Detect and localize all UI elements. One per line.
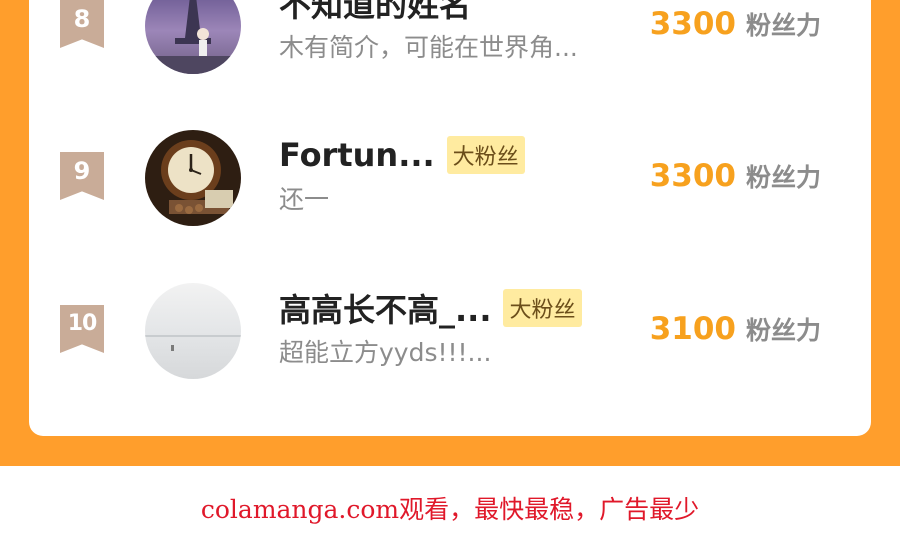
- leaderboard-row[interactable]: 8 不知道的姓名 木有简介，可能在世界角... 3300 粉丝力: [29, 0, 871, 80]
- score-unit: 粉丝力: [745, 11, 821, 40]
- site-watermark: colamanga.com观看，最快最稳，广告最少: [200, 495, 700, 524]
- rank-ribbon: 10: [60, 305, 104, 353]
- avatar[interactable]: [145, 283, 241, 379]
- rank-ribbon: 8: [60, 0, 104, 48]
- big-fan-badge: 大粉丝: [503, 289, 582, 327]
- avatar-clock-image: [145, 130, 241, 226]
- fan-power-score: 3100 粉丝力: [650, 311, 821, 347]
- user-intro: 超能立方yyds!!!...: [279, 338, 492, 367]
- user-name[interactable]: 不知道的姓名: [279, 0, 471, 26]
- user-intro: 木有简介，可能在世界角...: [279, 33, 578, 62]
- fan-power-score: 3300 粉丝力: [650, 158, 821, 194]
- avatar[interactable]: [145, 130, 241, 226]
- score-unit: 粉丝力: [745, 163, 821, 192]
- user-name[interactable]: Fortun...: [279, 136, 435, 174]
- avatar-seascape-image: [145, 283, 241, 379]
- user-name[interactable]: 高高长不高_...: [279, 285, 491, 331]
- rank-number: 9: [73, 157, 91, 185]
- rank-number: 8: [73, 5, 91, 33]
- user-intro: 还一: [279, 185, 330, 214]
- rank-ribbon: 9: [60, 152, 104, 200]
- leaderboard-row[interactable]: 9 Fortun... 大粉丝 还一 3300 粉丝力: [29, 122, 871, 232]
- fan-power-score: 3300 粉丝力: [650, 6, 821, 42]
- big-fan-badge: 大粉丝: [446, 136, 525, 174]
- score-value: 3300: [649, 158, 736, 194]
- score-unit: 粉丝力: [745, 316, 821, 345]
- avatar-eiffel-image: [145, 0, 241, 74]
- score-value: 3100: [649, 311, 736, 347]
- leaderboard-row[interactable]: 10 高高长不高_... 大粉丝 超能立方yyds!!!... 3100 粉丝力: [29, 275, 871, 385]
- rank-number: 10: [67, 311, 98, 336]
- leaderboard-card: 8 不知道的姓名 木有简介，可能在世界角... 3300 粉丝力 9 Fortu…: [29, 0, 871, 436]
- avatar[interactable]: [145, 0, 241, 74]
- score-value: 3300: [649, 6, 736, 42]
